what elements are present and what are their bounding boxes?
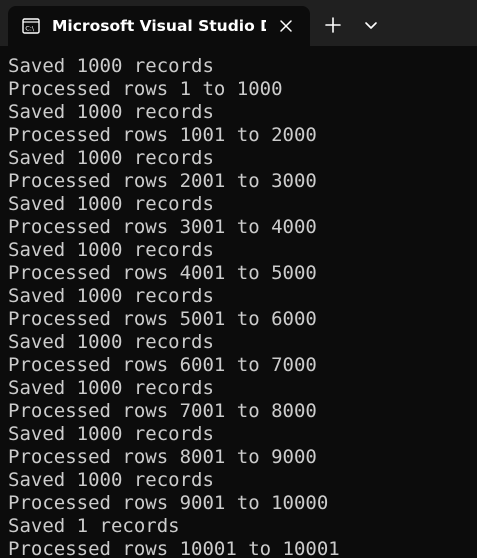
console-line: Processed rows 10001 to 10001 — [8, 538, 340, 558]
console-line: Processed rows 8001 to 9000 — [8, 446, 317, 468]
console-line: Saved 1000 records — [8, 331, 214, 353]
console-line: Saved 1000 records — [8, 239, 214, 261]
console-line: Processed rows 7001 to 8000 — [8, 400, 317, 422]
console-line: Saved 1000 records — [8, 285, 214, 307]
profile-dropdown-button[interactable] — [358, 12, 384, 38]
console-line: Processed rows 3001 to 4000 — [8, 216, 317, 238]
console-line: Saved 1000 records — [8, 469, 214, 491]
close-icon[interactable] — [277, 17, 295, 35]
console-line: Saved 1000 records — [8, 55, 214, 77]
console-output: Saved 1000 records Processed rows 1 to 10… — [8, 55, 477, 558]
terminal-window: C:\ Microsoft Visual Studio Debug Consol… — [0, 0, 477, 558]
console-line: Processed rows 1001 to 2000 — [8, 124, 317, 146]
console-line: Processed rows 4001 to 5000 — [8, 262, 317, 284]
console-line: Saved 1000 records — [8, 193, 214, 215]
svg-text:C:\: C:\ — [25, 25, 35, 33]
console-line: Processed rows 6001 to 7000 — [8, 354, 317, 376]
new-tab-button[interactable] — [320, 12, 346, 38]
console-line: Saved 1000 records — [8, 377, 214, 399]
console-line: Processed rows 2001 to 3000 — [8, 170, 317, 192]
title-bar: C:\ Microsoft Visual Studio Debug Consol… — [0, 0, 477, 46]
console-line: Saved 1000 records — [8, 101, 214, 123]
console-line: Processed rows 5001 to 6000 — [8, 308, 317, 330]
console-app-icon: C:\ — [22, 17, 40, 35]
console-line: Saved 1000 records — [8, 147, 214, 169]
console-line: Processed rows 9001 to 10000 — [8, 492, 329, 514]
console-line: Saved 1 records — [8, 515, 180, 537]
chevron-down-icon — [365, 22, 377, 29]
console-line: Saved 1000 records — [8, 423, 214, 445]
tab-title: Microsoft Visual Studio Debug Console — [52, 17, 266, 35]
tab-debug-console[interactable]: C:\ Microsoft Visual Studio Debug Consol… — [8, 6, 310, 46]
plus-icon — [325, 17, 341, 33]
console-line: Processed rows 1 to 1000 — [8, 78, 283, 100]
